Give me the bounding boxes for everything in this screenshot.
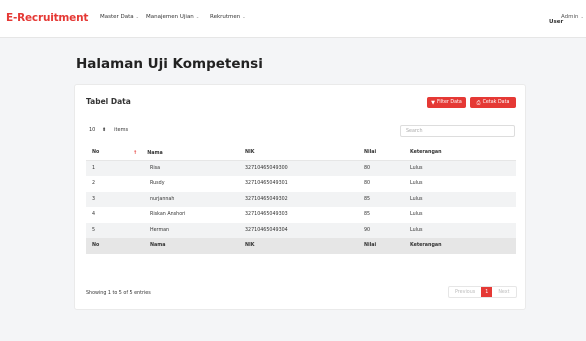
filter-data-button[interactable]: ▼ Filter Data bbox=[427, 97, 466, 108]
pagination-next[interactable]: Next bbox=[492, 287, 515, 297]
column-header-nama[interactable]: ↑ Nama bbox=[127, 145, 239, 161]
column-header-nilai[interactable]: Nilai bbox=[358, 145, 404, 161]
footer-header-nik: NIK bbox=[239, 238, 358, 254]
footer-header-nama: Nama bbox=[127, 238, 239, 254]
chevron-updown-icon: ⬍ bbox=[101, 127, 107, 133]
sort-up-icon: ↑ bbox=[133, 149, 138, 156]
footer-header-no: No bbox=[86, 238, 127, 254]
menu-manajemen-ujian[interactable]: Manajemen Ujian ⌄ bbox=[146, 14, 199, 20]
page-title: Halaman Uji Kompetensi bbox=[76, 56, 263, 72]
filter-icon: ▼ bbox=[431, 99, 435, 106]
card-title: Tabel Data bbox=[86, 97, 131, 106]
footer-header-keterangan: Keterangan bbox=[404, 238, 516, 254]
table-row: 4 Riskan Anshori 32710465049303 85 Lulus bbox=[92, 212, 423, 218]
chevron-down-icon: ⌄ bbox=[135, 14, 140, 19]
column-header-no[interactable]: No bbox=[86, 145, 127, 161]
data-card: Tabel Data ▼ Filter Data ⎙ Cetak Data 10 ⬍… bbox=[74, 84, 526, 310]
pagination-previous[interactable]: Previous bbox=[449, 287, 481, 297]
column-header-keterangan[interactable]: Keterangan bbox=[404, 145, 516, 161]
footer-header-nilai: Nilai bbox=[358, 238, 404, 254]
chevron-down-icon: ⌄ bbox=[195, 14, 200, 19]
pagination-page-1[interactable]: 1 bbox=[481, 287, 493, 297]
table-footer-row: No Nama NIK Nilai Keterangan bbox=[86, 238, 516, 254]
print-icon: ⎙ bbox=[476, 99, 481, 106]
table-row: 3 nurjannah 32710465049302 85 Lulus bbox=[86, 191, 516, 207]
chevron-down-icon: ⌄ bbox=[580, 14, 584, 19]
print-data-button[interactable]: ⎙ Cetak Data bbox=[470, 97, 516, 108]
top-navbar: E-Recruitment Master Data ⌄ Manajemen Uji… bbox=[0, 0, 586, 38]
table-row: 1 Risa 32710465049300 80 Lulus bbox=[86, 160, 516, 176]
menu-master-data[interactable]: Master Data ⌄ bbox=[100, 14, 139, 20]
page-length-select[interactable]: 10 ⬍ items bbox=[89, 127, 128, 133]
user-name: User bbox=[549, 19, 564, 25]
table-info: Showing 1 to 5 of 5 entries bbox=[86, 291, 151, 296]
search-input[interactable]: Search bbox=[400, 125, 515, 137]
data-table: No ↑ Nama NIK Nilai Keterangan 1 Risa 327… bbox=[86, 145, 516, 254]
table-row: 5 Herman 32710465049304 90 Lulus bbox=[86, 222, 516, 238]
pagination: Previous 1 Next bbox=[448, 286, 517, 298]
menu-rekrutmen[interactable]: Rekrutmen ⌄ bbox=[210, 14, 246, 20]
user-menu[interactable]: Admin ⌄ bbox=[561, 14, 584, 20]
column-header-nik[interactable]: NIK bbox=[239, 145, 358, 161]
chevron-down-icon: ⌄ bbox=[242, 14, 246, 19]
table-row: 2 Rusdy 32710465049301 80 Lulus bbox=[92, 181, 423, 187]
brand-logo[interactable]: E-Recruitment bbox=[6, 12, 88, 24]
table-header-row: No ↑ Nama NIK Nilai Keterangan bbox=[86, 145, 516, 161]
